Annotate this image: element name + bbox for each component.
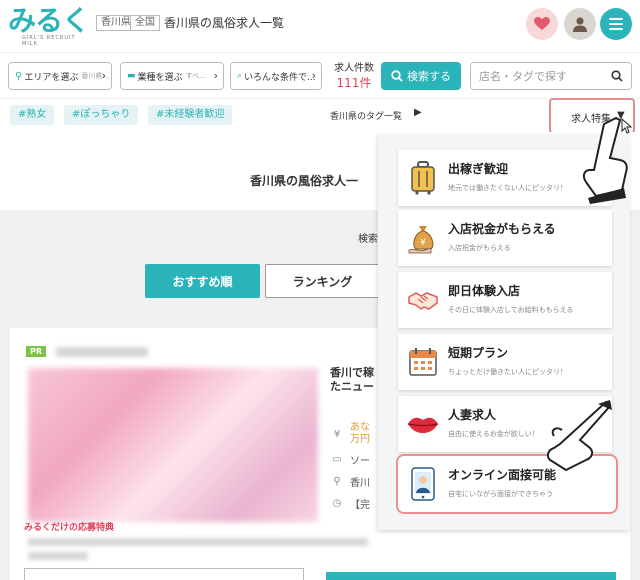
sort-ranking-button[interactable]: ランキング <box>265 264 380 298</box>
type-text: ソー <box>350 456 370 467</box>
search-icon <box>391 70 403 82</box>
blurred-shop-name <box>56 347 148 357</box>
menu-button[interactable] <box>600 8 632 40</box>
lips-icon <box>406 406 440 442</box>
chevron-right-icon: › <box>311 69 316 82</box>
logo-text: みるく <box>8 4 90 37</box>
folder-icon: ▭ <box>332 454 342 465</box>
page-title: 香川県の風俗求人一覧 <box>164 16 285 30</box>
online-interview-icon <box>406 466 440 502</box>
location-row: ⚲ 香川 <box>330 474 370 489</box>
salary-text: あな 万円 <box>350 422 370 445</box>
search-bar: ⚲ エリアを選ぶ 香川県... › ▬ 業種を選ぶ すべ... › ⌕ いろんな… <box>0 52 640 98</box>
job-count: 求人件数 111件 <box>330 59 378 91</box>
job-card-title[interactable]: 香川で稼 たニュー <box>330 366 374 394</box>
location-pin-icon: ⚲ <box>333 476 341 487</box>
user-icon <box>573 17 587 32</box>
favorite-card-button[interactable] <box>24 568 304 580</box>
feature-item-title: 出稼ぎ歓迎 <box>448 162 509 176</box>
tag-bar: #熟女 #ぽっちゃり #未経験者歓迎 香川県のタグ一覧 ▶ <box>0 98 640 132</box>
search-button-label: 検索する <box>407 70 451 83</box>
hashtag-link[interactable]: #熟女 <box>10 105 55 125</box>
site-header: みるく GIRL'S RECRUIT MILK 香川県 全国 香川県の風俗求人一… <box>0 0 640 52</box>
area-select[interactable]: ⚲ エリアを選ぶ 香川県... › <box>8 62 112 90</box>
account-button[interactable] <box>564 8 596 40</box>
blurred-benefit-text <box>28 538 368 546</box>
benefit-label: みるくだけの応募特典 <box>24 523 115 533</box>
feature-item-subtitle: 自宅にいながら面接ができちゃう <box>448 490 553 498</box>
site-logo[interactable]: みるく GIRL'S RECRUIT MILK <box>8 4 90 48</box>
handshake-icon <box>406 282 440 318</box>
feature-item-title: 人妻求人 <box>448 408 497 422</box>
feature-item-title: 短期プラン <box>448 346 509 360</box>
hours-text: 【完 <box>350 500 370 511</box>
job-count-label: 求人件数 <box>334 63 374 74</box>
search-button[interactable]: 検索する <box>381 62 461 90</box>
industry-select-value: すべ... <box>185 72 206 80</box>
location-text: 香川 <box>350 478 370 489</box>
yen-icon: ¥ <box>333 428 341 440</box>
feature-item-title: 即日体験入店 <box>448 284 521 298</box>
area-select-label: エリアを選ぶ <box>24 72 79 83</box>
hashtag-link[interactable]: #ぽっちゃり <box>64 105 139 125</box>
feature-item-subtitle: 自由に使えるお金が欲しい！ <box>448 430 539 438</box>
nationwide-tag[interactable]: 全国 <box>130 15 160 31</box>
search-icon[interactable] <box>611 70 623 82</box>
chevron-right-icon: › <box>213 69 218 82</box>
clock-icon: ◷ <box>332 498 342 509</box>
mouse-cursor-icon <box>621 118 633 134</box>
pointing-hand-icon <box>546 400 612 472</box>
feature-item-title: 入店祝金がもらえる <box>448 222 556 236</box>
feature-item-taiken[interactable]: 即日体験入店 その日に体験入店してお給料ももらえる <box>398 272 612 328</box>
industry-select-label: 業種を選ぶ <box>137 72 183 83</box>
svg-text:¥: ¥ <box>420 238 426 248</box>
job-card-image[interactable] <box>28 368 318 522</box>
hours-row: ◷ 【完 <box>330 496 370 511</box>
feature-item-subtitle: 地元では働きたくない人にピッタリ！ <box>448 184 567 192</box>
job-card-title-text: 香川で稼 たニュー <box>330 366 374 393</box>
job-count-value: 111件 <box>336 76 372 90</box>
suitcase-icon <box>406 160 440 196</box>
play-arrow-icon[interactable]: ▶ <box>414 107 422 118</box>
tag-list-link[interactable]: 香川県のタグ一覧 <box>330 109 402 122</box>
location-pin-icon: ⚲ <box>15 70 23 82</box>
chevron-right-icon: › <box>101 69 106 82</box>
page-heading: 香川県の風俗求人一 <box>250 174 359 188</box>
folder-icon: ▬ <box>127 71 136 81</box>
feature-item-tanki[interactable]: 短期プラン ちょっとだけ働きたい人にピッタリ！ <box>398 334 612 390</box>
detail-card-button[interactable] <box>326 572 616 580</box>
feature-item-subtitle: その日に体験入店してお給料ももらえる <box>448 306 574 314</box>
feature-item-iwaikin[interactable]: ¥ 入店祝金がもらえる 入店祝金がもらえる <box>398 210 612 266</box>
type-row: ▭ ソー <box>330 452 370 467</box>
industry-select[interactable]: ▬ 業種を選ぶ すべ... › <box>120 62 224 90</box>
feature-item-subtitle: 入店祝金がもらえる <box>448 244 511 252</box>
salary-row: ¥ あな 万円 <box>330 422 370 446</box>
magnifier-icon: ⌕ <box>237 71 243 81</box>
search-conditions-note: 検索 <box>358 234 378 245</box>
shop-tag-search-input[interactable]: 店名・タグで探す <box>470 62 632 90</box>
shop-tag-search-placeholder: 店名・タグで探す <box>479 70 567 83</box>
condition-select[interactable]: ⌕ いろんな条件で... › <box>230 62 322 90</box>
sort-recommended-button[interactable]: おすすめ順 <box>145 264 260 298</box>
money-bag-icon: ¥ <box>406 220 440 256</box>
heart-icon <box>534 17 550 30</box>
hamburger-icon <box>609 18 623 30</box>
feature-item-subtitle: ちょっとだけ働きたい人にピッタリ！ <box>448 368 567 376</box>
pr-badge: PR <box>26 346 47 357</box>
calendar-icon <box>406 344 440 380</box>
condition-select-label: いろんな条件で... <box>244 72 316 83</box>
hashtag-link[interactable]: #未経験者歓迎 <box>148 105 233 125</box>
favorites-button[interactable] <box>526 8 558 40</box>
blurred-benefit-text <box>28 552 88 560</box>
